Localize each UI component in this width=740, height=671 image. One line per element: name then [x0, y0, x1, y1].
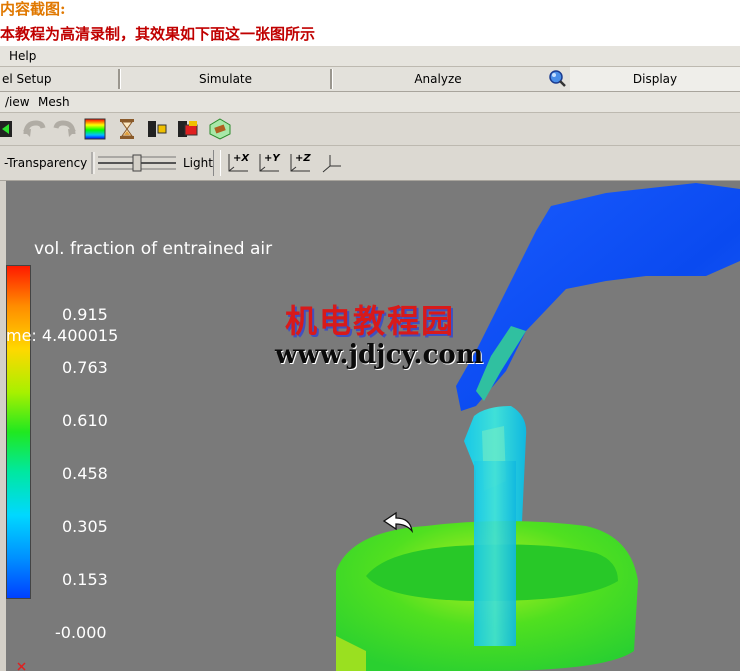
ladle-shape: [456, 183, 740, 411]
axis-marker-icon: [16, 659, 28, 671]
view-plus-x-button[interactable]: +X: [226, 152, 250, 174]
view-plus-z-label: +Z: [295, 153, 311, 164]
icon-toolbar: [0, 113, 740, 146]
view-plus-y-label: +Y: [264, 153, 280, 164]
green-arrow-icon[interactable]: [0, 118, 14, 140]
menu-view[interactable]: /iew: [5, 95, 30, 109]
time-readout: me: 4.400015: [6, 326, 119, 345]
redo-icon[interactable]: [53, 118, 76, 140]
watermark-site-url: www.jdjcy.com: [275, 340, 484, 370]
mesh-block-icon[interactable]: [208, 118, 231, 140]
clip-icon[interactable]: [176, 118, 198, 140]
legend-tick: 0.153: [62, 570, 108, 589]
legend-tick: -0.000: [55, 623, 107, 642]
light-label: Light: [183, 156, 213, 170]
undo-icon[interactable]: [22, 118, 46, 140]
mode-tabbar: el Setup Simulate Analyze Display: [0, 67, 740, 92]
legend-tick: 0.305: [62, 517, 108, 536]
tab-analyze[interactable]: Analyze: [333, 67, 543, 91]
legend-tick: 0.610: [62, 411, 108, 430]
legend-title: vol. fraction of entrained air: [34, 239, 273, 259]
legend-tick: 0.763: [62, 358, 108, 377]
search-icon[interactable]: [547, 68, 567, 88]
tab-model-setup[interactable]: el Setup: [0, 67, 120, 91]
menu-mesh[interactable]: Mesh: [38, 95, 70, 109]
menubar: Help: [0, 46, 740, 67]
color-map-icon[interactable]: [84, 118, 106, 140]
light-slider[interactable]: [88, 150, 180, 176]
tab-display[interactable]: Display: [570, 67, 740, 91]
display-menubar: /iew Mesh: [0, 92, 740, 113]
color-legend-bar: [6, 265, 31, 599]
page-heading-description: 本教程为高清录制，其效果如下面这一张图所示: [0, 25, 316, 43]
legend-tick: 0.915: [62, 305, 108, 324]
probe-icon[interactable]: [145, 118, 167, 140]
transparency-label: -Transparency: [4, 156, 88, 170]
hourglass-icon[interactable]: [118, 118, 140, 140]
3d-viewport[interactable]: vol. fraction of entrained air me: 4.400…: [6, 181, 740, 671]
menu-help[interactable]: Help: [9, 49, 36, 63]
toolbar-separator: [213, 150, 221, 176]
legend-tick: 0.458: [62, 464, 108, 483]
mouse-cursor-icon: [382, 511, 414, 539]
axis-triad-icon[interactable]: [320, 152, 344, 174]
page-heading-content-screenshot: 内容截图:: [0, 0, 66, 18]
view-plus-y-button[interactable]: +Y: [257, 152, 281, 174]
tab-simulate[interactable]: Simulate: [121, 67, 330, 91]
view-plus-x-label: +X: [233, 153, 250, 164]
view-plus-z-button[interactable]: +Z: [288, 152, 312, 174]
view-toolbar: -Transparency Light +X +Y +Z: [0, 146, 740, 181]
watermark-site-name: 机电教程园: [285, 302, 456, 340]
